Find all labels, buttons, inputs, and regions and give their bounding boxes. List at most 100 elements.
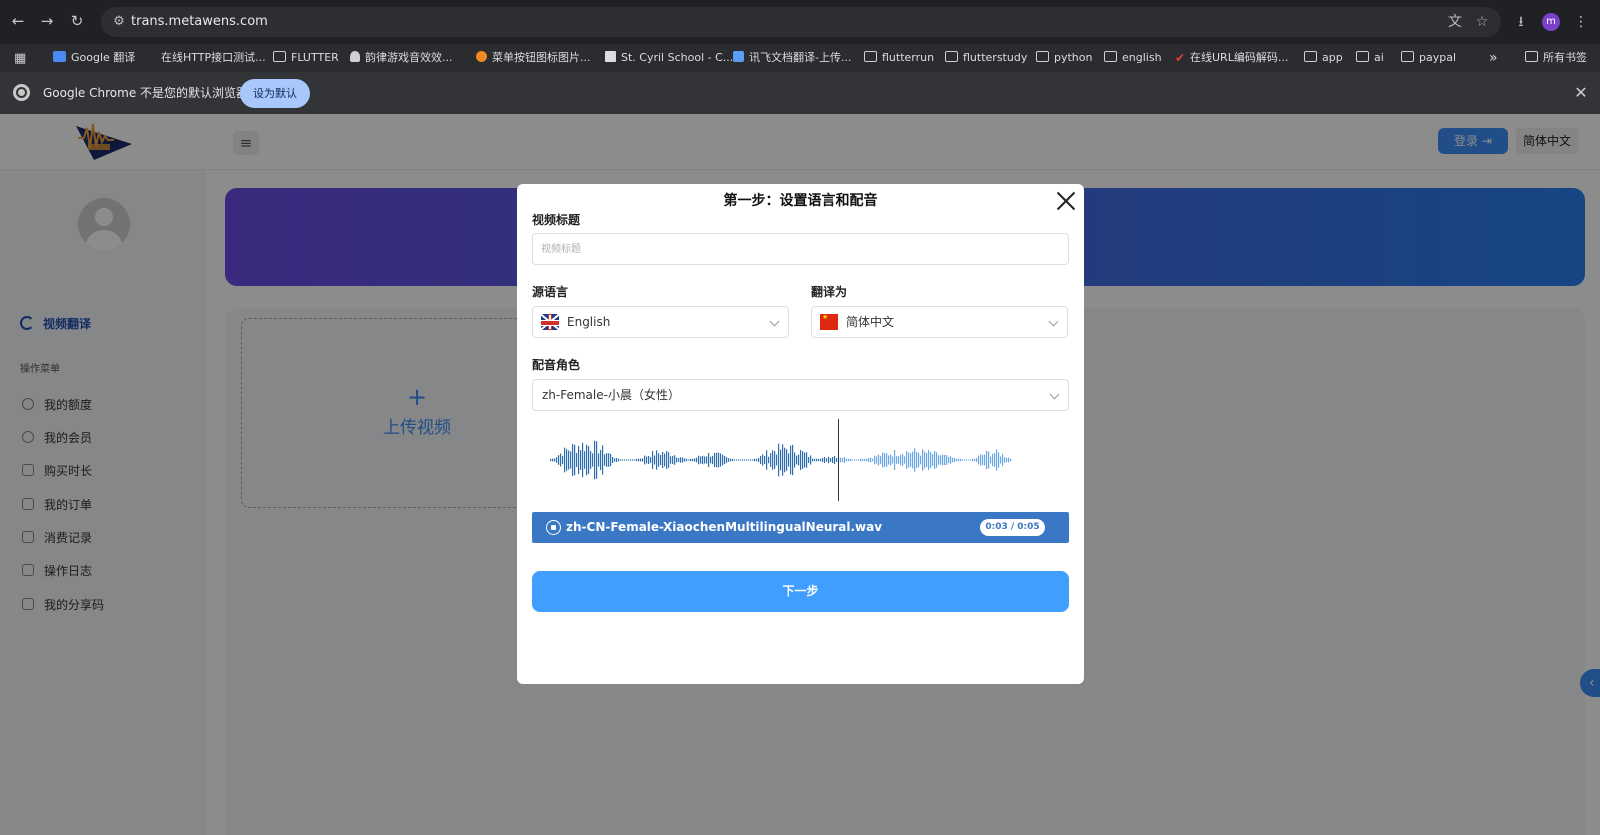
waveform-bar xyxy=(974,458,976,462)
waveform-bar xyxy=(558,455,560,465)
all-bookmarks[interactable]: 所有书签 xyxy=(1525,44,1587,72)
waveform-bar xyxy=(1002,453,1004,467)
waveform-bar xyxy=(794,452,796,468)
audio-waveform[interactable] xyxy=(532,419,1069,501)
waveform-bar xyxy=(878,454,880,466)
waveform-bar xyxy=(994,453,996,467)
menu-kebab-icon[interactable]: ⋮ xyxy=(1570,11,1592,33)
waveform-bar xyxy=(810,455,812,465)
bookmarks-overflow-icon[interactable]: » xyxy=(1489,44,1498,72)
apps-icon[interactable]: ▦ xyxy=(14,44,33,72)
set-default-button[interactable]: 设为默认 xyxy=(240,79,310,108)
waveform-bar xyxy=(988,451,990,469)
bookmark-item[interactable]: ✔ 在线URL编码解码... xyxy=(1175,44,1288,72)
waveform-bar xyxy=(818,458,820,462)
waveform-bar xyxy=(896,456,898,464)
video-title-label: 视频标题 xyxy=(532,213,581,227)
waveform-bar xyxy=(616,457,618,463)
waveform-bar xyxy=(652,451,654,469)
voice-select[interactable]: zh-Female-小晨（女性） xyxy=(532,379,1069,411)
waveform-bar xyxy=(580,450,582,470)
bookmark-item[interactable]: python xyxy=(1036,44,1092,72)
bookmark-star-icon[interactable]: ☆ xyxy=(1472,12,1492,32)
waveform-bar xyxy=(840,457,842,463)
waveform-bar xyxy=(798,454,800,466)
bookmark-item[interactable]: 菜单按钮图标图片... xyxy=(476,44,591,72)
source-language-select[interactable]: English xyxy=(532,306,789,338)
next-step-button[interactable]: 下一步 xyxy=(532,571,1069,612)
waveform-bar xyxy=(862,458,864,462)
stop-icon[interactable] xyxy=(546,520,561,535)
back-icon[interactable]: ← xyxy=(7,10,29,32)
waveform-bar xyxy=(980,454,982,466)
waveform-bar xyxy=(654,455,656,465)
waveform-bar xyxy=(986,450,988,470)
waveform-bar xyxy=(884,453,886,467)
folder-icon xyxy=(1104,51,1117,62)
folder-icon xyxy=(1036,51,1049,62)
waveform-bar xyxy=(900,455,902,465)
bookmark-item[interactable]: ai xyxy=(1356,44,1384,72)
video-title-input[interactable] xyxy=(532,233,1069,265)
waveform-bar xyxy=(670,456,672,464)
download-icon[interactable]: ⭳ xyxy=(1510,11,1532,33)
waveform-bar xyxy=(940,455,942,465)
target-language-value: 简体中文 xyxy=(846,315,895,329)
translate-page-icon[interactable]: 文 xyxy=(1445,12,1465,32)
waveform-bar xyxy=(922,449,924,471)
waveform-bar xyxy=(842,457,844,463)
waveform-bar xyxy=(700,456,702,464)
waveform-bar xyxy=(662,451,664,469)
target-language-select[interactable]: 简体中文 xyxy=(811,306,1068,338)
waveform-bar xyxy=(938,455,940,465)
waveform-bar xyxy=(852,459,854,461)
waveform-bar xyxy=(640,458,642,462)
bookmark-item[interactable]: flutterrun xyxy=(864,44,934,72)
bookmark-item[interactable]: FLUTTER xyxy=(273,44,339,72)
waveform-bar xyxy=(802,451,804,469)
bookmark-item[interactable]: 韵律游戏音效效... xyxy=(350,44,453,72)
audio-time-badge: 0:03 / 0:05 xyxy=(980,519,1045,536)
waveform-bar xyxy=(968,459,970,461)
forward-icon[interactable]: → xyxy=(36,10,58,32)
waveform-bar xyxy=(908,452,910,468)
waveform-bar xyxy=(734,459,736,461)
waveform-bar xyxy=(760,455,762,465)
waveform-bar xyxy=(560,453,562,467)
waveform-bar xyxy=(754,458,756,462)
reload-icon[interactable]: ↻ xyxy=(66,10,88,32)
waveform-bar xyxy=(952,457,954,463)
waveform-bar xyxy=(582,442,584,478)
chevron-down-icon xyxy=(769,316,780,327)
waveform-bar xyxy=(832,457,834,463)
bookmark-item[interactable]: St. Cyril School - C... xyxy=(605,44,733,72)
waveform-bar xyxy=(612,457,614,463)
waveform-bar xyxy=(674,455,676,465)
bookmark-item[interactable]: app xyxy=(1304,44,1343,72)
waveform-bar xyxy=(608,453,610,467)
browser-toolbar: ← → ↻ ⚙ trans.metawens.com 文 ☆ ⭳ m ⋮ xyxy=(0,0,1600,44)
close-icon[interactable] xyxy=(1054,189,1078,213)
waveform-bar xyxy=(620,459,622,461)
bookmark-item[interactable]: flutterstudy xyxy=(945,44,1027,72)
waveform-bar xyxy=(880,456,882,464)
url-text[interactable]: trans.metawens.com xyxy=(131,7,268,37)
infobar-close-icon[interactable]: ✕ xyxy=(1570,82,1592,104)
profile-avatar[interactable]: m xyxy=(1542,13,1560,31)
bookmark-item[interactable]: 讯飞文档翻译-上传... xyxy=(733,44,851,72)
site-info-icon[interactable]: ⚙ xyxy=(109,12,129,32)
bookmark-item[interactable]: english xyxy=(1104,44,1162,72)
bookmark-item[interactable]: 在线HTTP接口测试... xyxy=(143,44,266,72)
waveform-bar xyxy=(944,454,946,466)
bookmark-item[interactable]: paypal xyxy=(1401,44,1456,72)
bookmark-item[interactable]: Google 翻译 xyxy=(53,44,135,72)
waveform-bar xyxy=(860,458,862,462)
waveform-bar xyxy=(902,453,904,467)
waveform-bar xyxy=(928,450,930,470)
waveform-bar xyxy=(926,452,928,468)
waveform-bar xyxy=(698,455,700,465)
playhead-cursor[interactable] xyxy=(838,419,839,501)
waveform-bar xyxy=(694,458,696,462)
address-bar[interactable]: ⚙ trans.metawens.com 文 ☆ xyxy=(101,7,1501,37)
waveform-bar xyxy=(804,452,806,468)
